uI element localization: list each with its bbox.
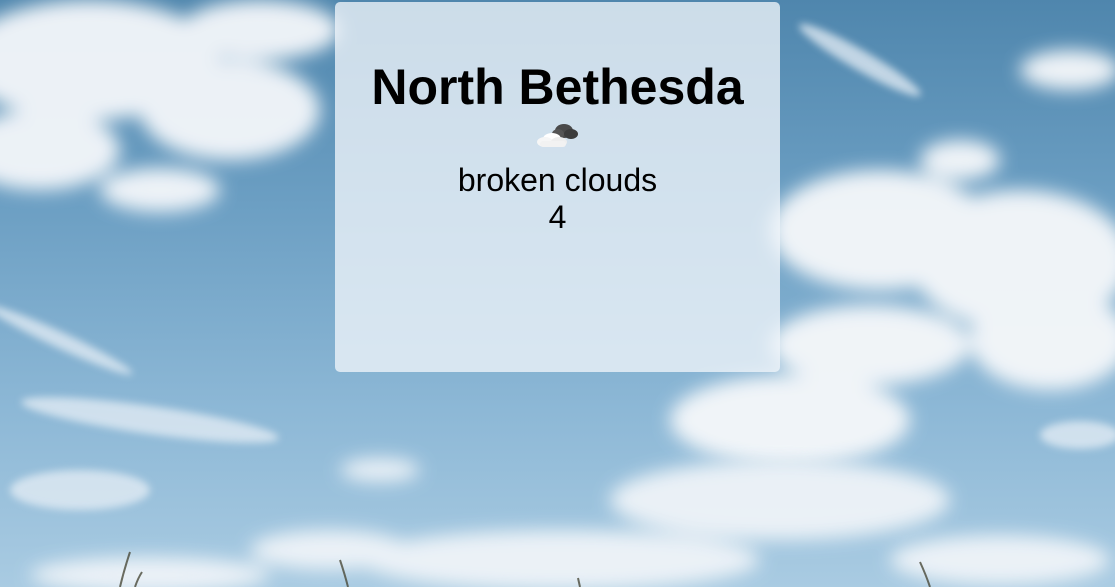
weather-description: broken clouds	[457, 162, 658, 198]
temperature-value: 4	[548, 199, 567, 235]
weather-card: North Bethesda broken clouds 4	[335, 2, 780, 372]
city-name: North Bethesda	[371, 59, 744, 115]
broken-clouds-icon	[536, 124, 578, 147]
weather-icon-container	[335, 120, 780, 150]
